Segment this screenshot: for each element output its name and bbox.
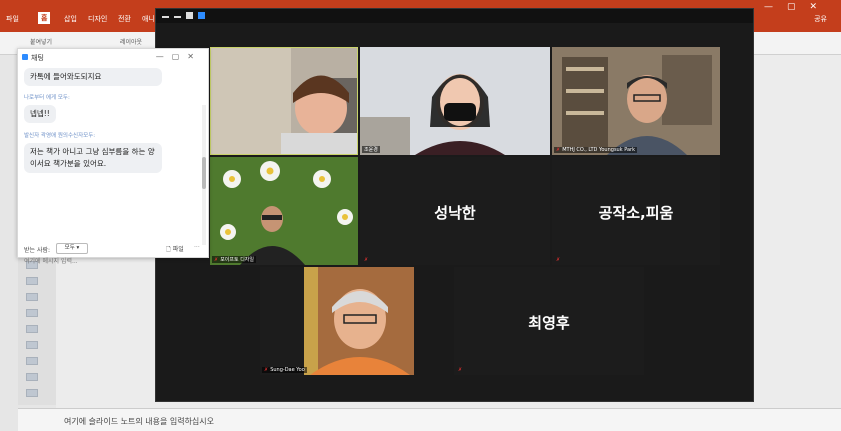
mute-icon: ✗ bbox=[214, 257, 219, 263]
participant-display-name: 최영후 bbox=[528, 314, 570, 332]
participant-video bbox=[260, 267, 414, 375]
chat-message-meta: 나로부터 에게 모두: bbox=[24, 95, 70, 101]
chat-message: 저는 책가 아니고 그냥 심부름을 하는 양이서요 책가분을 있어요. bbox=[24, 143, 162, 173]
ribbon-tab-transitions[interactable]: 전환 bbox=[118, 14, 131, 24]
participant-name-text: MTHJ CO., LTD Youngsuk Park bbox=[562, 147, 636, 153]
participant-name-text: Sung-Dae Yoo bbox=[270, 367, 305, 373]
mute-indicator: ✗ bbox=[456, 367, 466, 373]
file-icon: 🗋 bbox=[166, 246, 173, 253]
mute-icon: ✗ bbox=[458, 367, 463, 373]
participant-display-name: 공작소,피움 bbox=[598, 204, 674, 222]
recipient-label: 받는 사람: bbox=[24, 247, 51, 254]
ribbon-tab-file[interactable]: 파일 bbox=[6, 14, 19, 24]
video-tile[interactable]: ✗ Sung-Dae Yoo bbox=[260, 267, 414, 375]
layout-button[interactable]: 레이아웃 bbox=[120, 37, 142, 46]
chat-message: 넵넵!! bbox=[24, 105, 56, 123]
slide-thumbnail[interactable] bbox=[26, 277, 38, 285]
participant-name: 조윤경 bbox=[362, 146, 380, 153]
slide-thumbnail[interactable] bbox=[26, 293, 38, 301]
zoom-gallery-window: 조윤경 ✗ MTHJ CO., LTD Youngsuk Park ✗ 포이프토… bbox=[155, 8, 754, 402]
ribbon-tab-animations[interactable]: 애니 bbox=[142, 14, 155, 24]
slide-thumbnail[interactable] bbox=[26, 309, 38, 317]
name-tile[interactable]: 공작소,피움 ✗ bbox=[552, 157, 720, 265]
chat-icon bbox=[22, 54, 28, 60]
chat-panel: 채팅 —▢✕ 카톡에 들어와도되지요 나로부터 에게 모두: 넵넵!! 발신자 … bbox=[17, 48, 209, 267]
participant-name: ✗ 포이프토 디자일 bbox=[212, 256, 256, 263]
ribbon-tab-design[interactable]: 디자인 bbox=[88, 14, 107, 24]
minimize-icon[interactable] bbox=[174, 16, 181, 18]
file-button-label: 파일 bbox=[172, 246, 184, 253]
chat-window-controls[interactable]: —▢✕ bbox=[156, 52, 202, 61]
participant-video bbox=[210, 157, 358, 265]
mute-indicator: ✗ bbox=[362, 257, 372, 263]
mute-icon: ✗ bbox=[556, 257, 561, 263]
slide-thumbnail[interactable] bbox=[26, 389, 38, 397]
share-button[interactable]: 공유 bbox=[814, 14, 827, 24]
video-tile[interactable]: ✗ 포이프토 디자일 bbox=[210, 157, 358, 265]
ribbon-tab-insert[interactable]: 삽입 bbox=[64, 14, 77, 24]
slide-thumbnail[interactable] bbox=[26, 325, 38, 333]
zoom-toolbar bbox=[156, 9, 753, 23]
recipient-value: 모두 bbox=[64, 245, 75, 251]
participant-display-name: 성낙한 bbox=[434, 204, 476, 222]
name-tile[interactable]: 성낙한 ✗ bbox=[360, 157, 550, 265]
chat-title-text: 채팅 bbox=[31, 54, 44, 62]
paste-button[interactable]: 붙여넣기 bbox=[30, 37, 52, 46]
chat-message-input[interactable] bbox=[24, 255, 202, 267]
notes-pane[interactable]: 여기에 슬라이드 노트의 내용을 입력하십시오 bbox=[18, 408, 841, 431]
slide-thumbnail[interactable] bbox=[26, 341, 38, 349]
participant-name: ✗ Sung-Dae Yoo bbox=[262, 367, 307, 373]
window-controls[interactable]: —▢✕ bbox=[764, 2, 831, 12]
participant-video bbox=[211, 48, 357, 154]
participant-name: ✗ MTHJ CO., LTD Youngsuk Park bbox=[554, 147, 638, 153]
mute-icon: ✗ bbox=[364, 257, 369, 263]
video-tile[interactable]: 조윤경 bbox=[360, 47, 550, 155]
minimize-icon[interactable] bbox=[162, 16, 169, 18]
slide-thumbnail[interactable] bbox=[26, 357, 38, 365]
participant-name-text: 포이프토 디자일 bbox=[220, 257, 254, 263]
participant-video bbox=[552, 47, 720, 155]
notes-placeholder: 여기에 슬라이드 노트의 내용을 입력하십시오 bbox=[64, 417, 215, 426]
name-tile[interactable]: 최영후 ✗ bbox=[454, 267, 644, 375]
chat-title: 채팅 bbox=[22, 53, 44, 63]
video-tile-active-speaker[interactable] bbox=[210, 47, 358, 155]
video-tile[interactable]: ✗ MTHJ CO., LTD Youngsuk Park bbox=[552, 47, 720, 155]
participant-video bbox=[360, 47, 550, 155]
file-button[interactable]: 🗋 파일 bbox=[166, 244, 184, 255]
dropdown-icon: ▾ bbox=[74, 245, 80, 251]
mute-indicator: ✗ bbox=[554, 257, 564, 263]
mute-icon: ✗ bbox=[264, 367, 269, 373]
ribbon-tab-home[interactable]: 홈 bbox=[38, 12, 51, 24]
slide-thumbnail[interactable] bbox=[26, 373, 38, 381]
mute-icon: ✗ bbox=[556, 147, 561, 153]
chat-message-meta: 발신자 곽영애 원의수신자모두: bbox=[24, 133, 96, 139]
chat-message: 카톡에 들어와도되지요 bbox=[24, 68, 162, 86]
recipient-select[interactable]: 모두 ▾ bbox=[56, 243, 88, 254]
more-options-button[interactable]: ··· bbox=[194, 244, 200, 251]
gallery-view-icon[interactable] bbox=[186, 12, 193, 19]
grid-view-icon[interactable] bbox=[198, 12, 205, 19]
chat-scroll-thumb[interactable] bbox=[202, 157, 206, 189]
